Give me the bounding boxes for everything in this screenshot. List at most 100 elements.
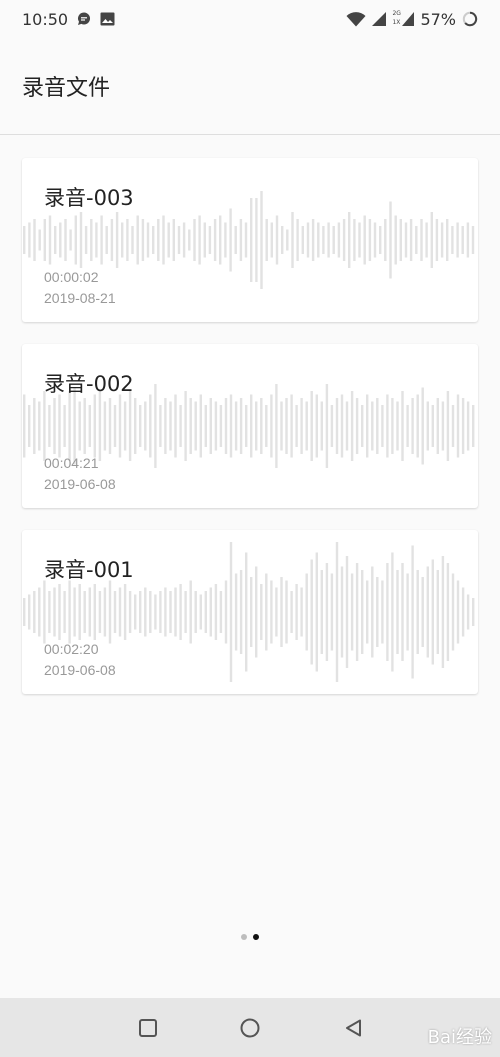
- waveform-bar: [78, 584, 81, 640]
- waveform-bar: [139, 591, 142, 633]
- waveform-bar: [43, 391, 46, 461]
- waveform-bar: [209, 587, 212, 637]
- back-triangle-icon[interactable]: [342, 1016, 366, 1040]
- waveform-bar: [290, 591, 293, 633]
- waveform-bar: [325, 384, 329, 468]
- waveform-bar: [33, 219, 36, 261]
- waveform-bar: [28, 594, 31, 630]
- waveform-bar: [431, 405, 434, 447]
- waveform-bar: [396, 401, 399, 451]
- waveform-bar: [260, 191, 263, 289]
- app-bar: 录音文件: [0, 38, 500, 135]
- waveform-bar: [48, 591, 51, 633]
- waveform-bar: [416, 394, 419, 458]
- waveform-bar: [355, 563, 359, 661]
- page-dot-active[interactable]: [253, 934, 259, 940]
- waveform-bar: [337, 222, 341, 258]
- waveform-bar: [159, 591, 162, 633]
- status-bar-left: 10:50: [22, 10, 115, 29]
- waveform-bar: [219, 215, 222, 265]
- waveform-bar: [391, 552, 394, 672]
- waveform-bar: [149, 591, 152, 633]
- waveform-bar: [353, 219, 356, 261]
- waveform-bar: [98, 391, 102, 461]
- waveform-bar: [213, 219, 217, 261]
- waveform-bar: [325, 563, 329, 661]
- page-dot[interactable]: [241, 934, 247, 940]
- wifi-icon: [346, 11, 366, 27]
- dual-signal-icon: 2G 1X: [392, 10, 415, 27]
- waveform-bar: [28, 405, 31, 447]
- waveform-bar: [381, 405, 384, 447]
- recording-card[interactable]: 录音-001 00:02:20 2019-06-08: [22, 530, 478, 694]
- waveform-bar: [23, 394, 26, 458]
- network-label-top: 2G: [392, 10, 401, 17]
- waveform-bar: [446, 563, 450, 661]
- waveform-bar: [174, 394, 177, 458]
- waveform-bar: [466, 222, 470, 258]
- waveform-bar: [144, 401, 147, 451]
- waveform-bar: [371, 401, 374, 451]
- waveform-bar: [139, 405, 142, 447]
- waveform-bar: [154, 594, 157, 630]
- waveform-bar: [229, 208, 232, 272]
- home-circle-icon[interactable]: [238, 1016, 262, 1040]
- waveform-bar: [184, 591, 187, 633]
- waveform-bar: [68, 391, 71, 461]
- waveform-bar: [311, 219, 315, 261]
- waveform-bar: [265, 219, 268, 261]
- waveform-bar: [154, 384, 157, 468]
- waveform-bar: [426, 401, 429, 451]
- waveform-bar: [234, 226, 237, 254]
- recording-date: 2019-06-08: [44, 662, 116, 678]
- waveform-bar: [471, 226, 475, 254]
- waveform-bar: [229, 394, 233, 458]
- waveform-bar: [234, 401, 238, 451]
- waveform-bar: [280, 577, 283, 647]
- waveform-bar: [275, 215, 279, 265]
- navigation-bar: Bai经验: [0, 998, 500, 1057]
- waveform-bar: [265, 573, 268, 651]
- waveform-bar: [209, 398, 212, 454]
- waveform-bar: [290, 394, 293, 458]
- waveform-bar: [68, 580, 71, 644]
- waveform-bar: [368, 219, 372, 261]
- waveform-bar: [260, 398, 263, 454]
- waveform-bar: [420, 219, 423, 261]
- waveform-bar: [275, 384, 278, 468]
- recents-square-icon[interactable]: [136, 1016, 160, 1040]
- waveform-bar: [366, 394, 369, 458]
- recording-duration: 00:02:20: [44, 641, 99, 657]
- waveform-bar: [78, 401, 81, 451]
- waveform-bar: [128, 391, 132, 461]
- waveform-bar: [376, 577, 379, 647]
- waveform-bar: [141, 219, 145, 261]
- waveform-bar: [84, 226, 88, 254]
- waveform-bar: [79, 212, 83, 268]
- waveform-bar: [461, 587, 465, 637]
- waveform-bar: [169, 591, 172, 633]
- recording-card[interactable]: 录音-003 00:00:02 2019-08-21: [22, 158, 478, 322]
- waveform-bar: [327, 222, 330, 258]
- waveform-bar: [239, 219, 243, 261]
- waveform-bar: [43, 580, 46, 644]
- waveform-bar: [421, 577, 424, 647]
- waveform-bar: [416, 570, 419, 654]
- waveform-bar: [305, 401, 308, 451]
- waveform-bar: [179, 405, 182, 447]
- waveform-bar: [239, 398, 243, 454]
- waveform-bar: [162, 215, 165, 265]
- page-title: 录音文件: [22, 76, 111, 101]
- status-time: 10:50: [22, 9, 69, 29]
- waveform-bar: [345, 556, 349, 668]
- status-bar-right: 2G 1X 57%: [346, 10, 478, 29]
- waveform-bar: [193, 219, 196, 261]
- waveform-bar: [466, 594, 470, 630]
- waveform-bar: [118, 394, 122, 458]
- battery-percent: 57%: [420, 9, 456, 29]
- waveform-bar: [350, 391, 354, 461]
- waveform-bar: [123, 584, 127, 640]
- waveform-bar: [95, 222, 98, 258]
- recording-card[interactable]: 录音-002 00:04:21 2019-06-08: [22, 344, 478, 508]
- waveform-bar: [74, 215, 77, 265]
